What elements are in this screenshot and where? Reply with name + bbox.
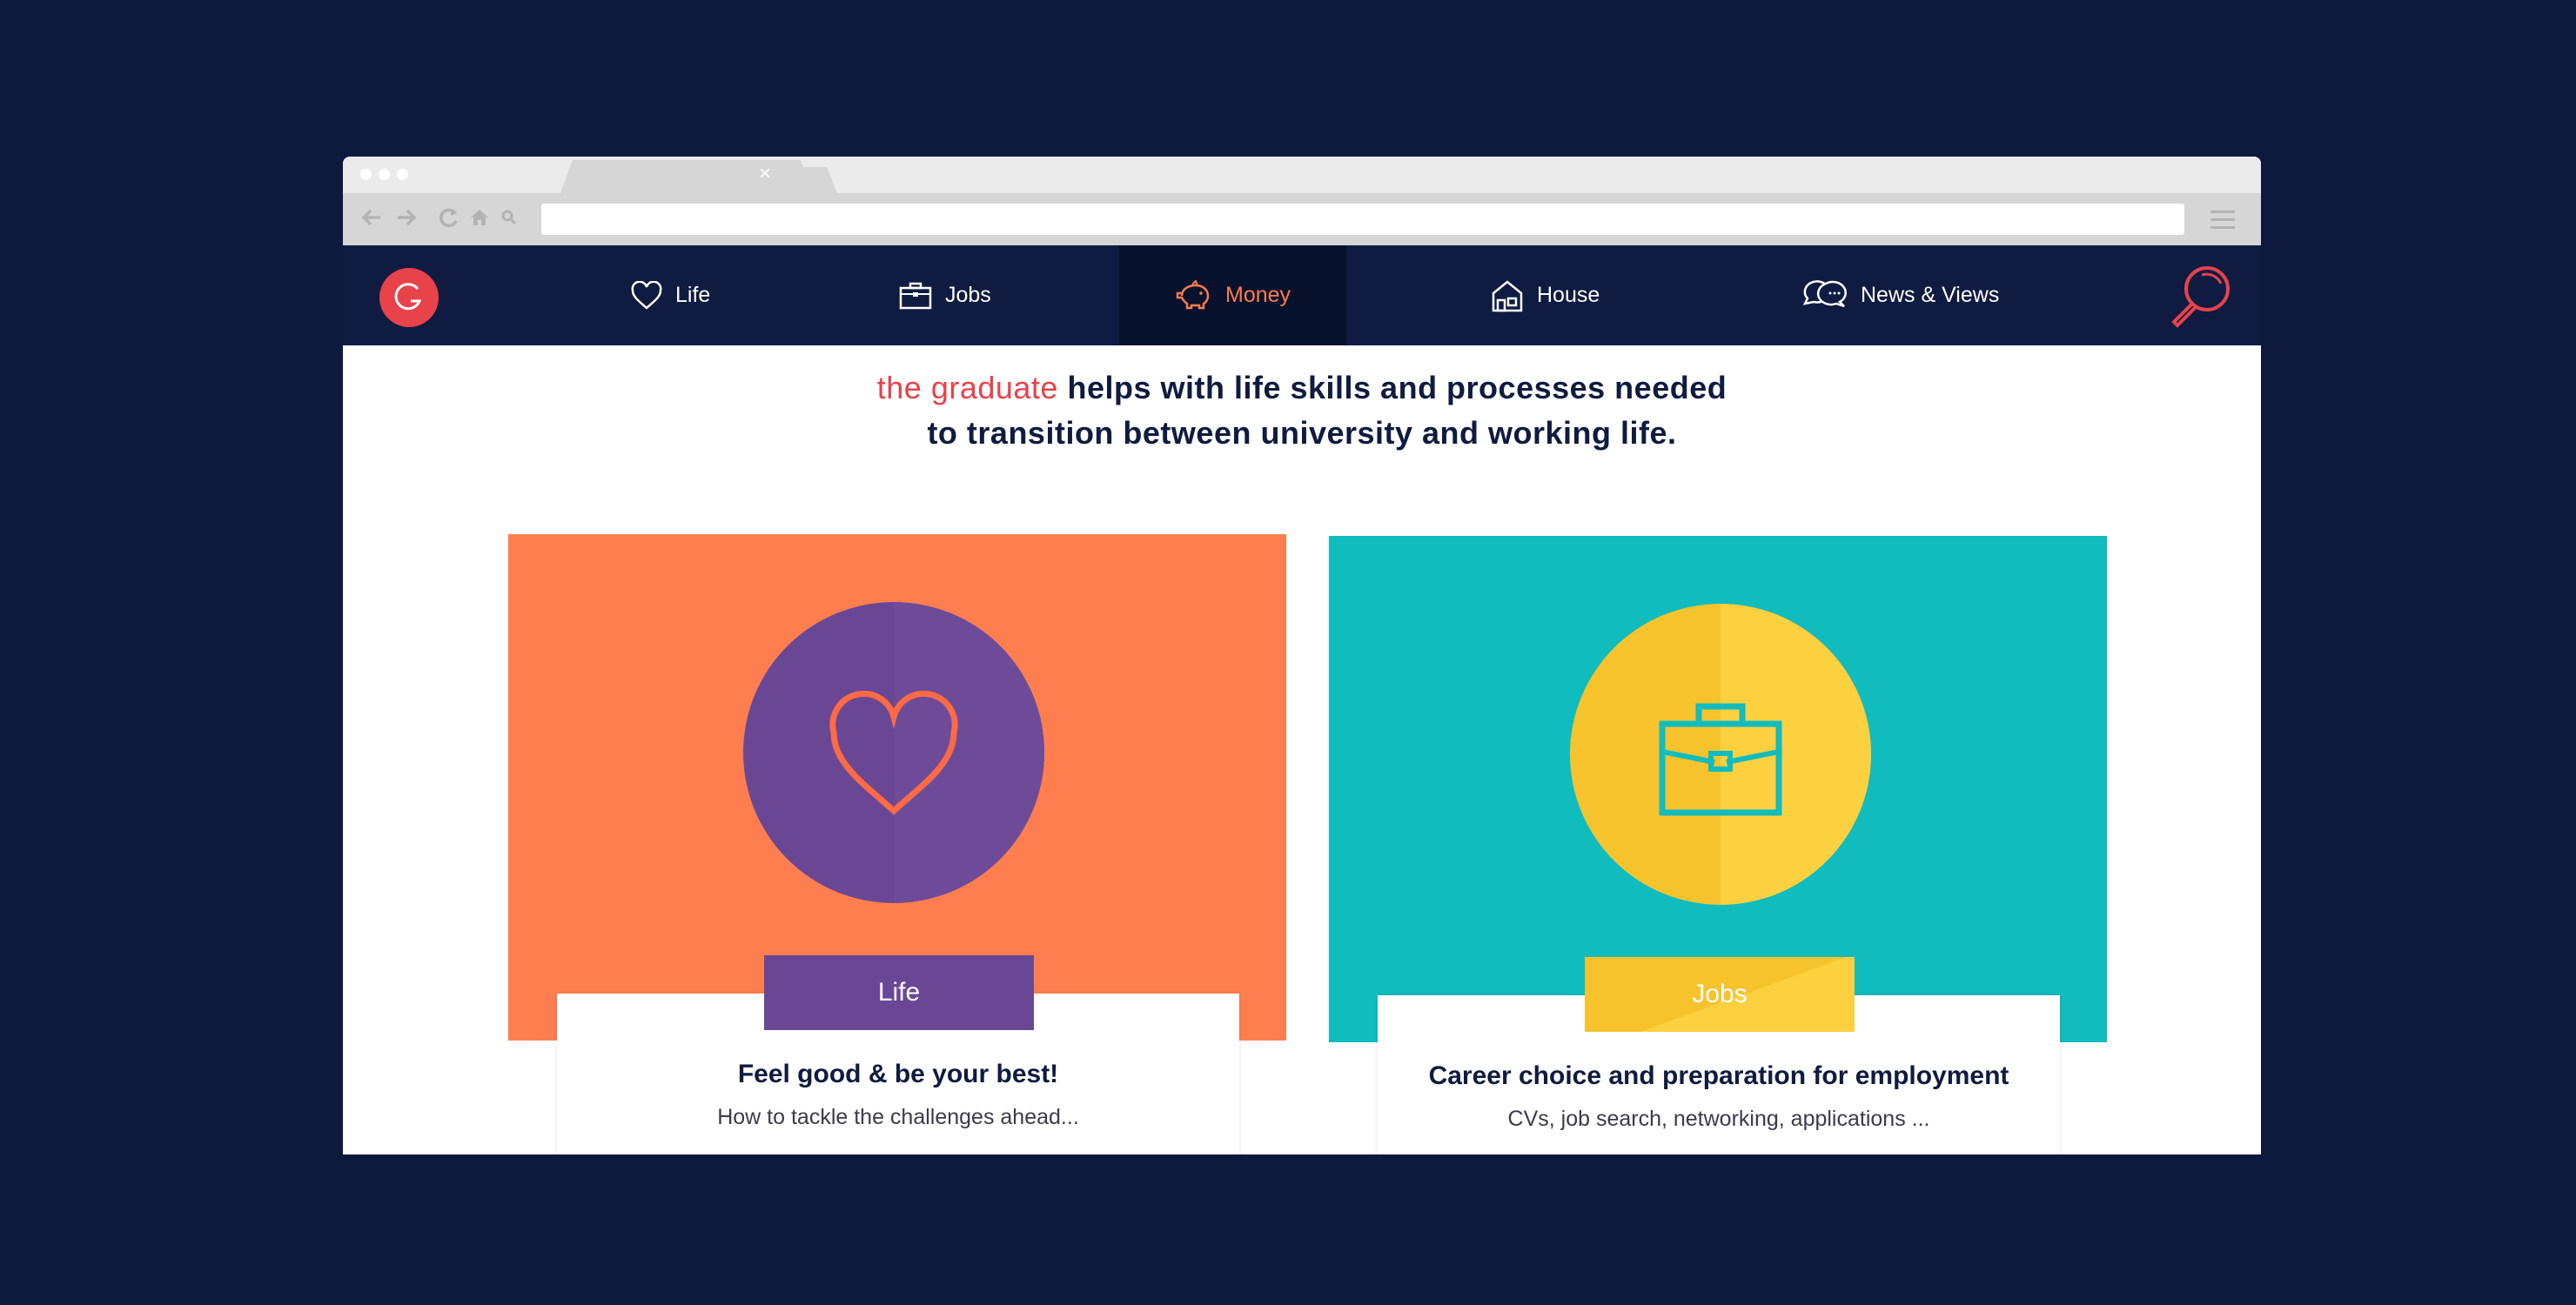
nav-item-news-views[interactable]: News & Views (1801, 245, 1999, 345)
nav-item-label: Life (675, 283, 711, 307)
site-header: Life Jobs Money House News & Views (343, 245, 2261, 345)
brand-name: the graduate (876, 370, 1058, 405)
nav-item-label: Jobs (945, 283, 991, 307)
new-tab-button[interactable] (787, 167, 837, 193)
briefcase-icon (1659, 703, 1782, 816)
maximize-window-dot[interactable] (397, 169, 408, 180)
jobs-card-label[interactable]: Jobs (1585, 957, 1855, 1032)
nav-item-label: Money (1225, 283, 1291, 307)
minimize-window-dot[interactable] (379, 169, 390, 180)
jobs-card-subtitle: CVs, job search, networking, application… (1507, 1107, 1930, 1131)
jobs-circle (1570, 604, 1871, 905)
home-icon[interactable] (466, 204, 493, 231)
search-icon[interactable] (496, 204, 522, 231)
hamburger-menu-icon[interactable] (2210, 211, 2235, 234)
back-arrow-icon[interactable] (359, 204, 385, 231)
nav-item-jobs[interactable]: Jobs (898, 245, 991, 345)
nav-item-label: House (1537, 283, 1600, 307)
forward-arrow-icon[interactable] (393, 204, 419, 231)
reload-icon[interactable] (435, 204, 461, 231)
intro-text: the graduate helps with life skills and … (343, 365, 2261, 456)
briefcase-icon (899, 282, 932, 309)
jobs-card-title: Career choice and preparation for employ… (1428, 1061, 2009, 1090)
nav-item-money[interactable]: Money (1119, 245, 1347, 345)
search-button[interactable] (2167, 261, 2235, 329)
house-icon (1492, 279, 1523, 311)
address-bar[interactable] (541, 204, 2184, 235)
window-controls (360, 169, 408, 180)
magnifier-icon (2171, 266, 2230, 328)
page-background-bottom (0, 1154, 2576, 1305)
intro-line-2: to transition between university and wor… (927, 415, 1677, 451)
nav-item-label: News & Views (1861, 283, 2000, 307)
browser-toolbar (343, 193, 2261, 245)
piggy-bank-icon (1176, 279, 1210, 309)
heart-icon (829, 690, 958, 815)
heart-icon (631, 280, 662, 310)
close-window-dot[interactable] (360, 169, 372, 180)
site-logo[interactable] (379, 268, 439, 327)
life-circle (743, 602, 1044, 903)
life-card-title: Feel good & be your best! (737, 1060, 1059, 1088)
tab-strip: × (343, 157, 2261, 193)
intro-line-1: the graduate helps with life skills and … (343, 365, 2261, 411)
tab-close-icon[interactable]: × (759, 164, 771, 184)
nav-item-life[interactable]: Life (630, 245, 710, 345)
life-card-label[interactable]: Life (764, 955, 1034, 1030)
intro-line-1-text: helps with life skills and processes nee… (1057, 370, 1727, 405)
chat-bubbles-icon (1802, 279, 1847, 307)
browser-tab[interactable] (560, 160, 813, 193)
nav-item-house[interactable]: House (1490, 245, 1600, 345)
life-card-subtitle: How to tackle the challenges ahead... (717, 1105, 1079, 1129)
